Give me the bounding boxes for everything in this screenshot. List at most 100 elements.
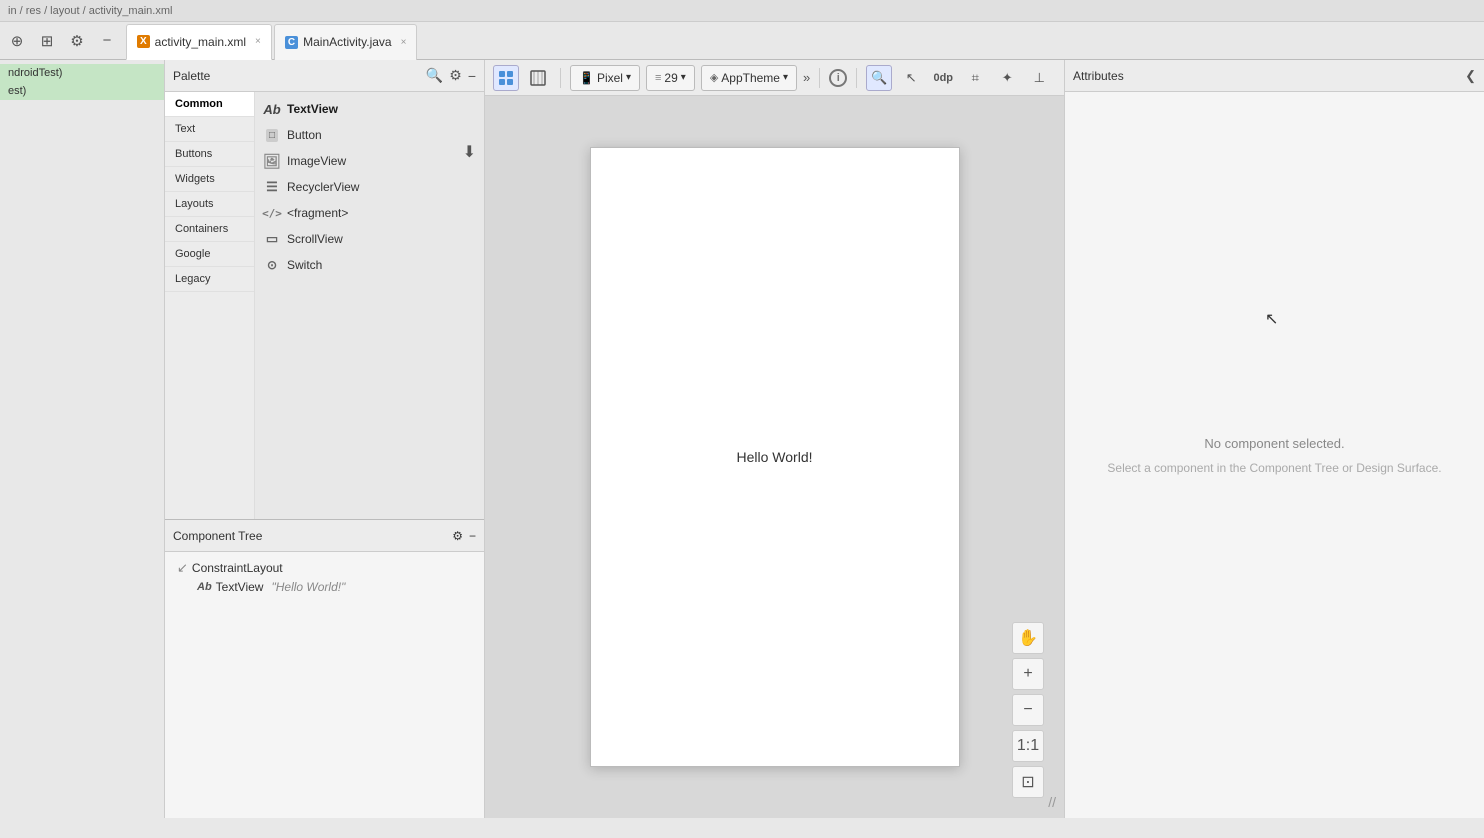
toolbar-more-icon[interactable]: » (803, 70, 810, 85)
category-text[interactable]: Text (165, 117, 254, 142)
attributes-title: Attributes (1073, 69, 1465, 83)
component-tree-section: Component Tree ⚙ − ↙ ConstraintLayout Ab… (165, 520, 484, 818)
palette-title: Palette (173, 69, 426, 83)
connect-icon: ⌗ (972, 70, 979, 86)
category-legacy[interactable]: Legacy (165, 267, 254, 292)
palette-item-button[interactable]: □ Button (255, 122, 484, 148)
tab-main-activity-java[interactable]: C MainActivity.java × (274, 24, 418, 60)
zoom-controls: ✋ + − 1:1 ⊡ (1012, 622, 1044, 798)
palette-search-icon[interactable]: 🔍 (426, 67, 443, 84)
recyclerview-label: RecyclerView (287, 180, 359, 194)
zoom-in-button[interactable]: + (1012, 658, 1044, 690)
blueprint-view-icon (529, 69, 547, 87)
textview-tree-icon: Ab (197, 581, 212, 593)
project-tree-panel: ndroidTest) est) (0, 60, 165, 818)
info-icon[interactable]: i (829, 69, 847, 87)
category-containers[interactable]: Containers (165, 217, 254, 242)
palette-item-imageview[interactable]: 🖼 ImageView (255, 148, 484, 174)
baseline-button[interactable]: ⊥ (1026, 65, 1052, 91)
magic-icon: ✦ (1002, 70, 1013, 86)
design-surface: 📱 Pixel ▾ ≡ 29 ▾ ◈ AppTheme ▾ » i (485, 60, 1064, 818)
pan-tool-icon: ↖ (906, 70, 917, 86)
pixel-dropdown-icon: 📱 (579, 71, 594, 85)
margin-button[interactable]: 0dp (930, 65, 956, 91)
palette-download-icon[interactable]: ⬇ (463, 142, 476, 162)
api-dropdown-arrow: ▾ (681, 72, 686, 83)
project-item-test[interactable]: est) (0, 82, 164, 100)
comp-tree-close-icon[interactable]: − (469, 529, 476, 543)
design-view-icon (497, 69, 515, 87)
scrollview-icon: ▭ (263, 230, 281, 248)
category-buttons[interactable]: Buttons (165, 142, 254, 167)
comp-tree-settings-icon[interactable]: ⚙ (452, 529, 463, 543)
palette-item-recyclerview[interactable]: ☰ RecyclerView (255, 174, 484, 200)
attributes-body: No component selected. Select a componen… (1065, 92, 1484, 818)
palette-close-icon[interactable]: − (468, 68, 476, 84)
select-tool-button[interactable]: 🔍 (866, 65, 892, 91)
category-layouts[interactable]: Layouts (165, 192, 254, 217)
theme-dropdown-arrow: ▾ (783, 72, 788, 83)
select-tool-icon: 🔍 (871, 70, 887, 86)
split-button[interactable]: ⊞ (34, 28, 60, 54)
java-tab-label: MainActivity.java (303, 35, 391, 49)
tab-activity-main-xml[interactable]: X activity_main.xml × (126, 24, 272, 60)
component-tree-header: Component Tree ⚙ − (165, 520, 484, 552)
left-column: Palette 🔍 ⚙ − Common Text Buttons Widget… (165, 60, 485, 818)
component-tree-body: ↙ ConstraintLayout Ab TextView "Hello Wo… (165, 552, 484, 818)
textview-label: TextView (287, 102, 338, 116)
category-common[interactable]: Common (165, 92, 254, 117)
xml-tab-icon: X (137, 35, 150, 48)
design-toolbar: 📱 Pixel ▾ ≡ 29 ▾ ◈ AppTheme ▾ » i (485, 60, 1064, 96)
design-canvas[interactable]: Hello World! ✋ + − 1:1 ⊡ // (485, 96, 1064, 818)
pixel-dropdown[interactable]: 📱 Pixel ▾ (570, 65, 640, 91)
fragment-icon: </> (263, 204, 281, 222)
minimize-button[interactable]: − (94, 28, 120, 54)
project-item-androidtest[interactable]: ndroidTest) (0, 64, 164, 82)
java-tab-close[interactable]: × (401, 37, 407, 48)
tree-item-constraintlayout[interactable]: ↙ ConstraintLayout (173, 558, 476, 578)
palette-categories: Common Text Buttons Widgets Layouts Cont… (165, 92, 255, 519)
zoom-fit-button[interactable]: ⊡ (1012, 766, 1044, 798)
textview-icon: Ab (263, 100, 281, 118)
design-view-button[interactable] (493, 65, 519, 91)
pixel-dropdown-label: Pixel (597, 71, 623, 85)
phone-frame: Hello World! (590, 147, 960, 767)
attributes-header: Attributes ❮ (1065, 60, 1484, 92)
category-google[interactable]: Google (165, 242, 254, 267)
palette-header-icons: 🔍 ⚙ − (426, 67, 476, 84)
magic-button[interactable]: ✦ (994, 65, 1020, 91)
switch-icon: ⊙ (263, 256, 281, 274)
attributes-expand-icon[interactable]: ❮ (1465, 68, 1476, 84)
recyclerview-icon: ☰ (263, 178, 281, 196)
select-hint-text: Select a component in the Component Tree… (1107, 461, 1441, 475)
tree-item-textview[interactable]: Ab TextView "Hello World!" (193, 578, 476, 596)
scrollview-label: ScrollView (287, 232, 343, 246)
theme-dropdown-icon: ◈ (710, 71, 718, 84)
palette-item-scrollview[interactable]: ▭ ScrollView (255, 226, 484, 252)
blueprint-view-button[interactable] (525, 65, 551, 91)
add-button[interactable]: ⊕ (4, 28, 30, 54)
margin-label: 0dp (933, 72, 953, 84)
palette-item-switch[interactable]: ⊙ Switch (255, 252, 484, 278)
imageview-icon: 🖼 (263, 152, 281, 170)
category-widgets[interactable]: Widgets (165, 167, 254, 192)
zoom-out-button[interactable]: − (1012, 694, 1044, 726)
no-component-text: No component selected. (1204, 436, 1344, 451)
xml-tab-label: activity_main.xml (155, 35, 246, 49)
palette-settings-icon[interactable]: ⚙ (449, 67, 462, 84)
hello-world-text: Hello World! (737, 449, 813, 465)
connect-button[interactable]: ⌗ (962, 65, 988, 91)
button-icon: □ (263, 126, 281, 144)
settings-button[interactable]: ⚙ (64, 28, 90, 54)
hand-tool-button[interactable]: ✋ (1012, 622, 1044, 654)
api-dropdown[interactable]: ≡ 29 ▾ (646, 65, 695, 91)
zoom-reset-button[interactable]: 1:1 (1012, 730, 1044, 762)
resize-handle: // (1048, 794, 1056, 810)
xml-tab-close[interactable]: × (255, 36, 261, 47)
pan-tool-button[interactable]: ↖ (898, 65, 924, 91)
palette-item-fragment[interactable]: </> <fragment> (255, 200, 484, 226)
toolbar-sep-2 (819, 68, 820, 88)
textview-tree-value: "Hello World!" (271, 580, 345, 594)
palette-item-textview[interactable]: Ab TextView (255, 96, 484, 122)
theme-dropdown[interactable]: ◈ AppTheme ▾ (701, 65, 797, 91)
